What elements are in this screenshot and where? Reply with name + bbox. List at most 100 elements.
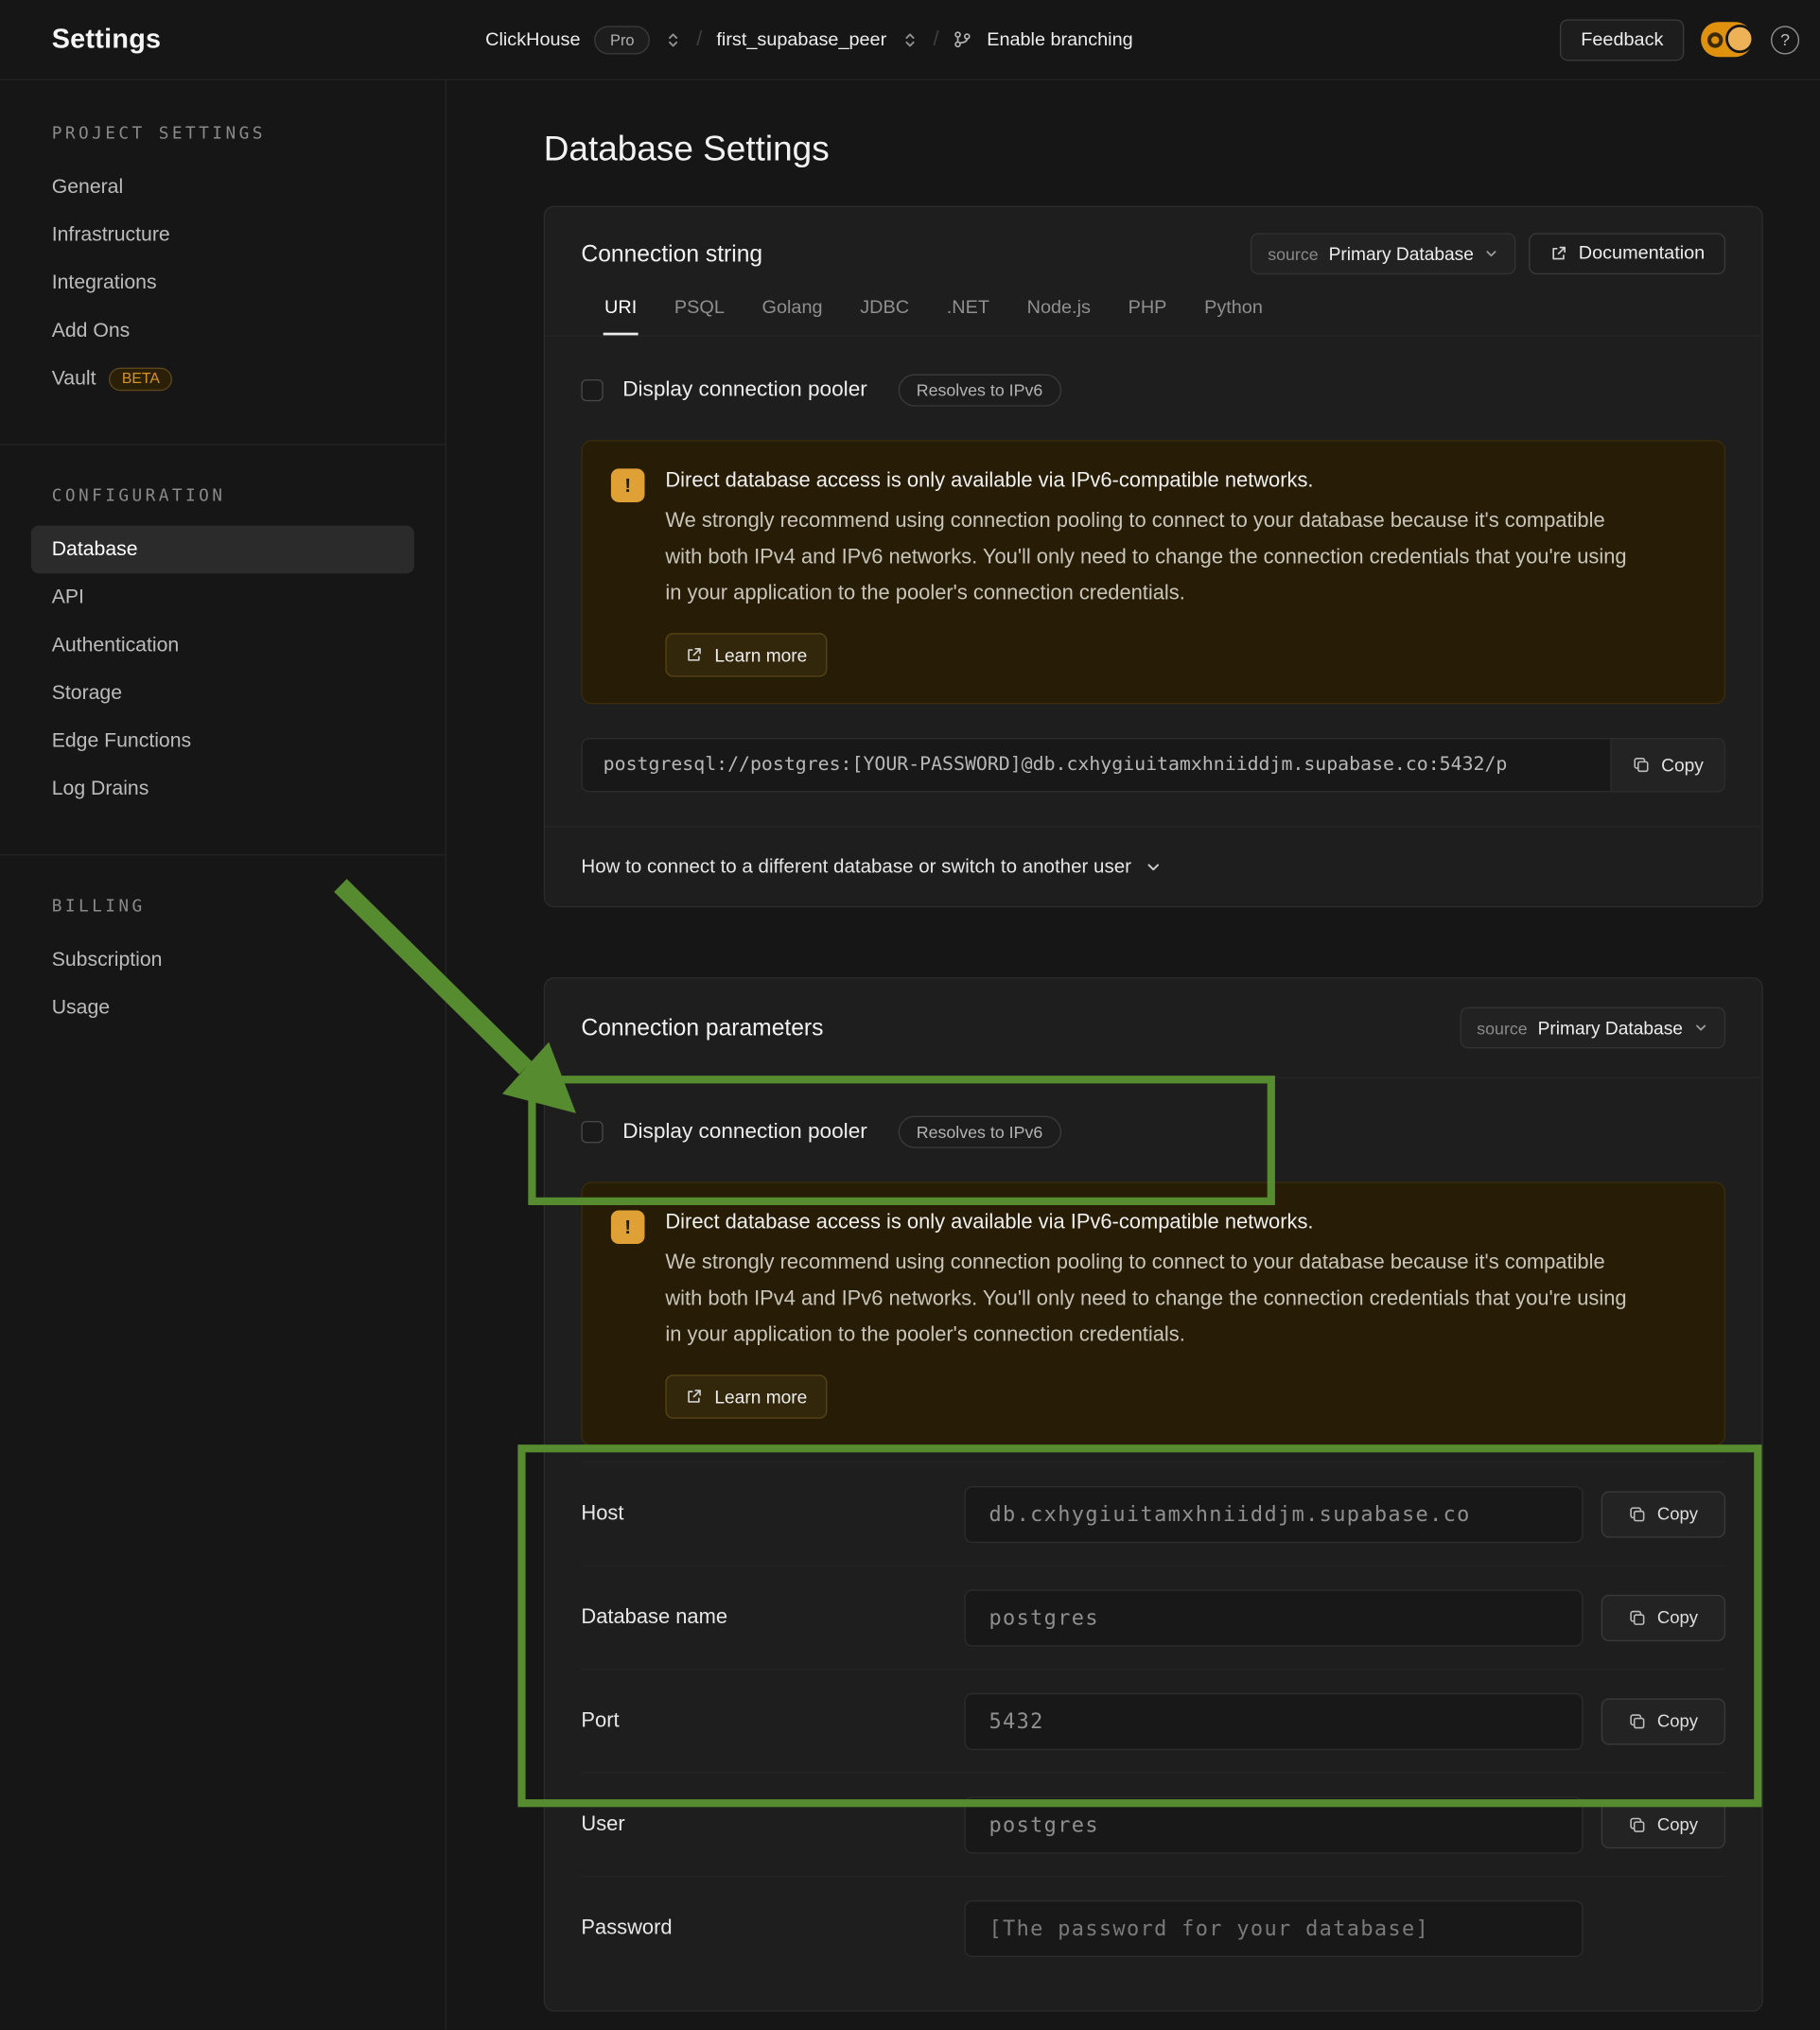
section-label: PROJECT SETTINGS bbox=[52, 124, 394, 144]
connection-string-body: Display connection pooler Resolves to IP… bbox=[545, 337, 1761, 826]
copy-icon bbox=[1629, 1505, 1647, 1523]
plan-badge: Pro bbox=[595, 26, 650, 54]
breadcrumb-separator: / bbox=[696, 27, 702, 51]
chevron-down-icon bbox=[1484, 246, 1499, 261]
top-bar: Settings ClickHouse Pro / first_supabase… bbox=[0, 0, 1820, 80]
main-content: Database Settings Connection string sour… bbox=[446, 80, 1820, 2030]
pooler-row: Display connection pooler Resolves to IP… bbox=[581, 1111, 1725, 1150]
tab-jdbc[interactable]: JDBC bbox=[859, 290, 911, 336]
git-branch-icon bbox=[954, 29, 973, 49]
port-input[interactable]: 5432 bbox=[964, 1692, 1583, 1749]
learn-more-button[interactable]: Learn more bbox=[665, 1374, 826, 1419]
warning-content: Direct database access is only available… bbox=[665, 1209, 1646, 1419]
copy-host-button[interactable]: Copy bbox=[1601, 1491, 1725, 1537]
external-link-icon bbox=[685, 1388, 703, 1406]
section-label: BILLING bbox=[52, 897, 394, 917]
warning-title: Direct database access is only available… bbox=[665, 1209, 1646, 1237]
settings-page: Settings ClickHouse Pro / first_supabase… bbox=[0, 0, 1820, 2030]
learn-more-button[interactable]: Learn more bbox=[665, 633, 826, 677]
user-input[interactable]: postgres bbox=[964, 1796, 1583, 1853]
documentation-button[interactable]: Documentation bbox=[1530, 233, 1725, 274]
copy-database-name-button[interactable]: Copy bbox=[1601, 1594, 1725, 1640]
source-label: source bbox=[1268, 244, 1318, 264]
breadcrumb-project[interactable]: first_supabase_peer bbox=[716, 29, 886, 50]
tab-golang[interactable]: Golang bbox=[761, 290, 824, 336]
help-icon[interactable]: ? bbox=[1771, 26, 1799, 54]
sidebar-item-infrastructure[interactable]: Infrastructure bbox=[31, 211, 414, 259]
sidebar-item-integrations[interactable]: Integrations bbox=[31, 259, 414, 307]
sidebar-item-api[interactable]: API bbox=[31, 573, 414, 621]
breadcrumb-org[interactable]: ClickHouse bbox=[485, 29, 580, 50]
copy-label: Copy bbox=[1661, 755, 1704, 776]
connect-help-label: How to connect to a different database o… bbox=[581, 856, 1131, 878]
param-row-host: Host db.cxhygiuitamxhniiddjm.supabase.co… bbox=[581, 1461, 1725, 1565]
pooler-row: Display connection pooler Resolves to IP… bbox=[581, 370, 1725, 409]
param-row-user: User postgres Copy bbox=[581, 1772, 1725, 1875]
tab-nodejs[interactable]: Node.js bbox=[1025, 290, 1092, 336]
copy-icon bbox=[1629, 1608, 1647, 1626]
connection-uri-input[interactable]: postgresql://postgres:[YOUR-PASSWORD]@db… bbox=[581, 738, 1725, 792]
connection-string-tabs: URI PSQL Golang JDBC .NET Node.js PHP Py… bbox=[581, 290, 1725, 336]
sidebar-item-label: Vault bbox=[52, 367, 96, 391]
sidebar-item-add-ons[interactable]: Add Ons bbox=[31, 306, 414, 355]
page-title: Database Settings bbox=[544, 130, 1820, 169]
section-label: CONFIGURATION bbox=[52, 487, 394, 507]
source-select[interactable]: source Primary Database bbox=[1251, 233, 1516, 274]
chevron-up-down-icon[interactable] bbox=[901, 30, 919, 48]
database-name-input[interactable]: postgres bbox=[964, 1589, 1583, 1646]
account-avatar[interactable] bbox=[1701, 22, 1753, 57]
display-connection-pooler-checkbox[interactable] bbox=[581, 1120, 603, 1142]
sidebar-item-authentication[interactable]: Authentication bbox=[31, 621, 414, 670]
sidebar-section-project-settings: PROJECT SETTINGS General Infrastructure … bbox=[0, 124, 446, 444]
copy-icon bbox=[1629, 1712, 1647, 1730]
settings-sidebar: PROJECT SETTINGS General Infrastructure … bbox=[0, 80, 446, 2030]
password-input[interactable]: [The password for your database] bbox=[964, 1899, 1583, 1956]
warning-body: We strongly recommend using connection p… bbox=[665, 1245, 1646, 1354]
param-label: Password bbox=[581, 1916, 946, 1940]
source-select[interactable]: source Primary Database bbox=[1460, 1007, 1725, 1049]
feedback-button[interactable]: Feedback bbox=[1560, 19, 1684, 61]
sidebar-item-edge-functions[interactable]: Edge Functions bbox=[31, 717, 414, 765]
param-label: Port bbox=[581, 1709, 946, 1733]
enable-branching-button[interactable]: Enable branching bbox=[987, 29, 1132, 50]
tab-uri[interactable]: URI bbox=[604, 290, 639, 336]
avatar-glyph bbox=[1707, 32, 1723, 47]
sidebar-item-usage[interactable]: Usage bbox=[31, 984, 414, 1032]
tab-php[interactable]: PHP bbox=[1127, 290, 1168, 336]
avatar-overlap-icon bbox=[1725, 25, 1754, 53]
host-input[interactable]: db.cxhygiuitamxhniiddjm.supabase.co bbox=[964, 1485, 1583, 1542]
copy-port-button[interactable]: Copy bbox=[1601, 1698, 1725, 1744]
sidebar-item-database[interactable]: Database bbox=[31, 526, 414, 574]
connection-parameters-header: Connection parameters source Primary Dat… bbox=[545, 979, 1761, 1078]
tab-dotnet[interactable]: .NET bbox=[945, 290, 990, 336]
beta-badge: BETA bbox=[109, 367, 172, 391]
sidebar-item-log-drains[interactable]: Log Drains bbox=[31, 765, 414, 814]
copy-user-button[interactable]: Copy bbox=[1601, 1801, 1725, 1847]
chevron-up-down-icon[interactable] bbox=[664, 30, 682, 48]
connection-string-card: Connection string source Primary Databas… bbox=[544, 206, 1763, 908]
uri-row: postgresql://postgres:[YOUR-PASSWORD]@db… bbox=[581, 738, 1725, 792]
sidebar-item-vault[interactable]: Vault BETA bbox=[31, 355, 414, 403]
chevron-down-icon bbox=[1145, 858, 1163, 876]
alert-icon: ! bbox=[611, 468, 645, 502]
connection-parameters-body: Display connection pooler Resolves to IP… bbox=[545, 1078, 1761, 2010]
documentation-label: Documentation bbox=[1579, 243, 1705, 264]
display-connection-pooler-checkbox[interactable] bbox=[581, 378, 603, 400]
sidebar-item-general[interactable]: General bbox=[31, 163, 414, 211]
source-value: Primary Database bbox=[1538, 1018, 1683, 1039]
sidebar-item-subscription[interactable]: Subscription bbox=[31, 936, 414, 984]
connect-help-toggle[interactable]: How to connect to a different database o… bbox=[545, 826, 1761, 906]
sidebar-item-storage[interactable]: Storage bbox=[31, 669, 414, 717]
tab-psql[interactable]: PSQL bbox=[674, 290, 726, 336]
source-label: source bbox=[1477, 1018, 1527, 1038]
param-row-database-name: Database name postgres Copy bbox=[581, 1565, 1725, 1668]
copy-uri-button[interactable]: Copy bbox=[1611, 738, 1725, 792]
ipv6-warning-panel: ! Direct database access is only availab… bbox=[581, 1181, 1725, 1445]
copy-icon bbox=[1629, 1815, 1647, 1833]
param-row-port: Port 5432 Copy bbox=[581, 1669, 1725, 1772]
warning-content: Direct database access is only available… bbox=[665, 467, 1646, 677]
external-link-icon bbox=[685, 646, 703, 664]
tab-python[interactable]: Python bbox=[1203, 290, 1265, 336]
copy-icon bbox=[1633, 756, 1651, 774]
pooler-label: Display connection pooler bbox=[622, 377, 867, 402]
